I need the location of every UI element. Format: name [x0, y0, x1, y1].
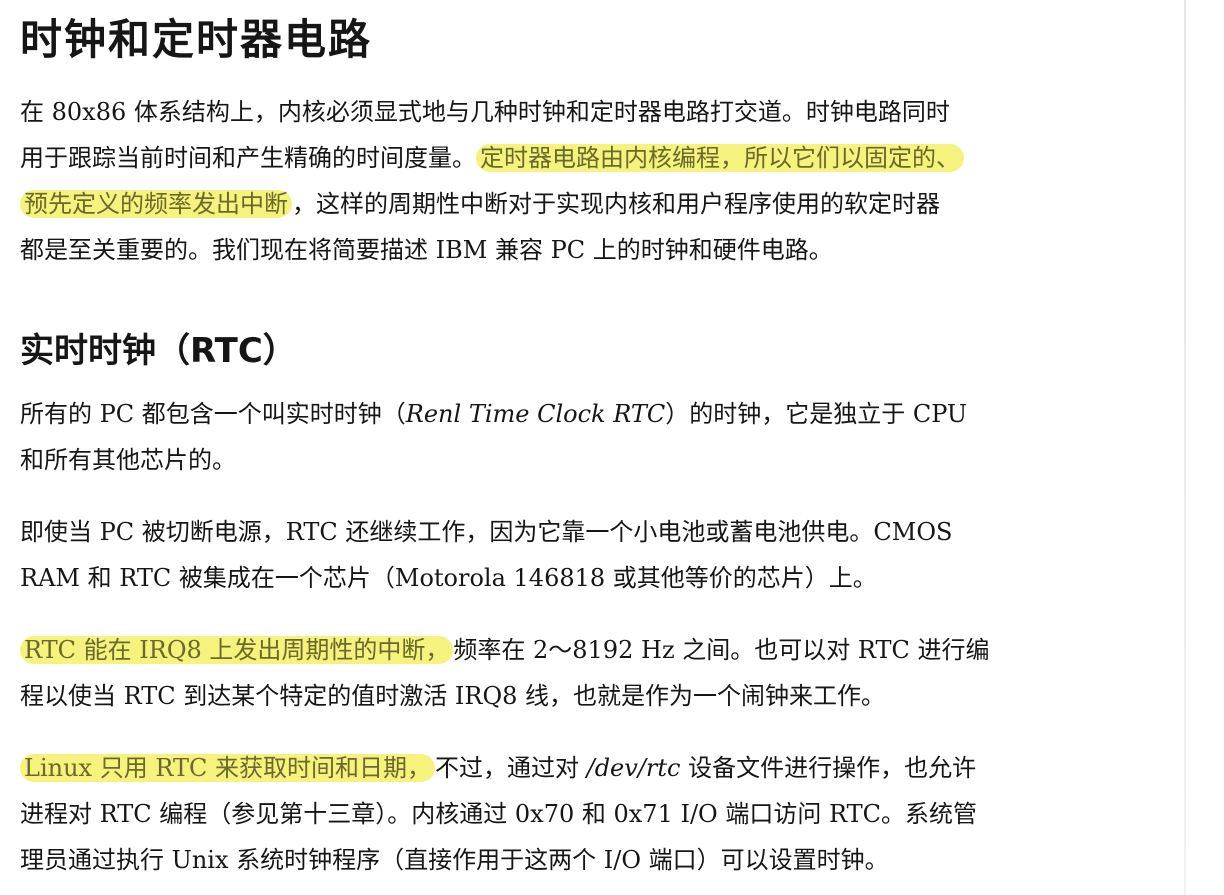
p4-line-1-b: 不过，通过对 — [434, 754, 587, 782]
intro-line-2-text: 用于跟踪当前时间和产生精确的时间度量。 — [20, 144, 476, 172]
chapter-title: 时钟和定时器电路 — [20, 15, 373, 64]
p2-line-1: 即使当 PC 被切断电源，RTC 还继续工作，因为它靠一个小电池或蓄电池供电。C… — [20, 518, 953, 546]
p4-line-1: Linux 只用 RTC 来获取时间和日期， 不过，通过对 /dev/rtc 设备… — [20, 748, 976, 788]
p1-line-1-b: ）的时钟，它是独立于 CPU — [665, 400, 968, 428]
p4-line-1-c: 设备文件进行操作，也允许 — [680, 754, 977, 782]
highlight-fixed-frequency: 预先定义的频率发出中断 — [20, 190, 292, 218]
intro-line-1: 在 80x86 体系结构上，内核必须显式地与几种时钟和定时器电路打交道。时钟电路… — [20, 98, 950, 126]
intro-line-2: 用于跟踪当前时间和产生精确的时间度量。 定时器电路由内核编程，所以它们以固定的、 — [20, 138, 964, 178]
book-page: 时钟和定时器电路 在 80x86 体系结构上，内核必须显式地与几种时钟和定时器电… — [0, 0, 1224, 895]
intro-line-4: 都是至关重要的。我们现在将简要描述 IBM 兼容 PC 上的时钟和硬件电路。 — [20, 236, 833, 264]
p1-line-1-a: 所有的 PC 都包含一个叫实时时钟（ — [20, 400, 406, 428]
intro-line-3: 预先定义的频率发出中断 ，这样的周期性中断对于实现内核和用户程序使用的软定时器 — [20, 184, 940, 224]
p4-line-3: 理员通过执行 Unix 系统时钟程序（直接作用于这两个 I/O 端口）可以设置时… — [20, 846, 889, 874]
p3-line-1-b: 频率在 2～8192 Hz 之间。也可以对 RTC 进行编 — [453, 636, 990, 664]
intro-line-3-text: ，这样的周期性中断对于实现内核和用户程序使用的软定时器 — [292, 190, 940, 218]
page-edge — [1184, 0, 1186, 895]
p1-line-1: 所有的 PC 都包含一个叫实时时钟（Renl Time Clock RTC）的时… — [20, 394, 967, 434]
p2-line-2: RAM 和 RTC 被集成在一个芯片（Motorola 146818 或其他等价… — [20, 564, 877, 592]
highlight-timer-programmed: 定时器电路由内核编程，所以它们以固定的、 — [476, 144, 964, 172]
highlight-linux-rtc: Linux 只用 RTC 来获取时间和日期， — [20, 754, 435, 782]
p4-line-2: 进程对 RTC 编程（参见第十三章）。内核通过 0x70 和 0x71 I/O … — [20, 800, 977, 828]
p3-line-2: 程以使当 RTC 到达某个特定的值时激活 IRQ8 线，也就是作为一个闹钟来工作… — [20, 682, 886, 710]
highlight-rtc-irq8: RTC 能在 IRQ8 上发出周期性的中断， — [20, 636, 454, 664]
p1-line-2: 和所有其他芯片的。 — [20, 446, 236, 474]
p3-line-1: RTC 能在 IRQ8 上发出周期性的中断， 频率在 2～8192 Hz 之间。也… — [20, 630, 990, 670]
p1-rtc-term: Renl Time Clock RTC — [405, 400, 666, 428]
p4-dev-rtc-path: /dev/rtc — [586, 754, 681, 782]
section-heading-rtc: 实时时钟（RTC） — [20, 331, 297, 371]
